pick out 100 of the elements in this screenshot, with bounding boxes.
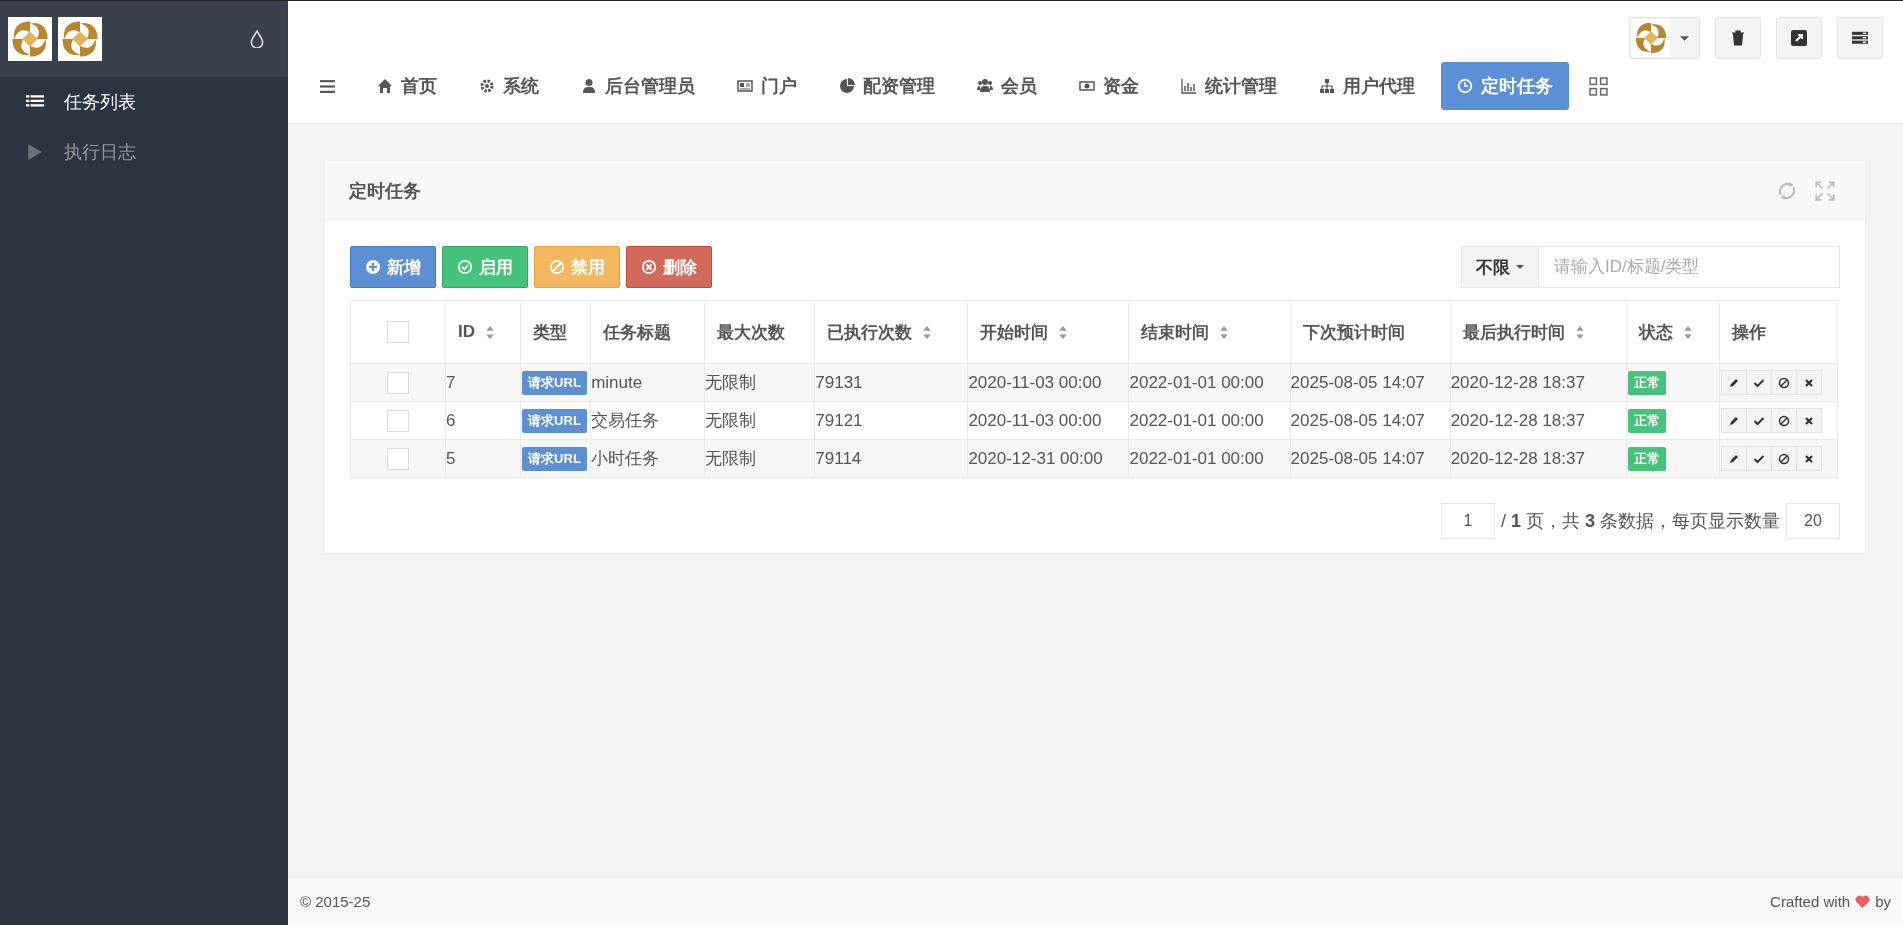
list-icon (26, 94, 44, 110)
close-circle-icon (641, 259, 657, 275)
table-cell: 2020-12-31 00:00 (968, 448, 1103, 468)
users-icon (977, 78, 993, 94)
nav-tab[interactable]: 用户代理 (1303, 62, 1431, 110)
sort-icon[interactable] (1574, 324, 1585, 340)
edit-button[interactable] (1720, 408, 1747, 433)
ban-icon (1777, 414, 1790, 427)
nav-tab[interactable]: 后台管理员 (565, 62, 711, 110)
type-badge: 请求URL (522, 446, 587, 471)
nav-tab[interactable]: 首页 (361, 62, 453, 110)
sidebar-item[interactable]: 任务列表 (0, 77, 288, 127)
delete-button[interactable] (1795, 446, 1822, 471)
enable-button[interactable] (1745, 370, 1772, 395)
play-icon (26, 144, 44, 160)
page-size-field[interactable]: 20 (1786, 503, 1840, 539)
nav-tab[interactable]: 系统 (463, 62, 555, 110)
disable-button[interactable] (1770, 446, 1797, 471)
page-number-field[interactable]: 1 (1440, 503, 1495, 539)
column-header: 下次预计时间 (1302, 321, 1405, 344)
pencil-icon (1727, 452, 1740, 465)
external-link-icon (1791, 30, 1807, 46)
table-cell: 7 (446, 372, 456, 392)
status-badge: 正常 (1627, 446, 1666, 471)
table-cell: minute (591, 372, 643, 392)
sitemap-icon (1319, 78, 1335, 94)
column-header: 最大次数 (717, 321, 786, 344)
nav-tab[interactable]: 统计管理 (1165, 62, 1293, 110)
bar-chart-icon (1181, 78, 1197, 94)
filter-dropdown[interactable]: 不限 (1461, 246, 1538, 288)
close-icon (1802, 414, 1815, 427)
account-menu-button[interactable] (1629, 17, 1700, 59)
droplet-icon[interactable] (250, 30, 264, 48)
server-button[interactable] (1837, 17, 1883, 59)
column-header: 任务标题 (603, 321, 672, 344)
sidebar-item[interactable]: 执行日志 (0, 127, 288, 177)
table-cell: 79131 (815, 372, 863, 392)
nav-tab[interactable]: 会员 (961, 62, 1053, 110)
nav-tab[interactable]: 配资管理 (823, 62, 951, 110)
column-header[interactable]: 结束时间 (1141, 320, 1210, 344)
column-header[interactable]: ID (458, 322, 476, 342)
trash-button[interactable] (1715, 17, 1761, 59)
sort-icon[interactable] (1682, 324, 1693, 340)
enable-button[interactable] (1745, 408, 1772, 433)
pencil-icon (1727, 376, 1740, 389)
ban-icon (1777, 452, 1790, 465)
edit-button[interactable] (1720, 370, 1747, 395)
sort-icon[interactable] (485, 324, 496, 340)
enable-button[interactable] (1745, 446, 1772, 471)
pie-chart-icon (839, 78, 855, 94)
table-cell: 2025-08-05 14:07 (1291, 448, 1425, 468)
table-cell: 79114 (815, 448, 862, 468)
money-icon (1079, 78, 1095, 94)
select-all-checkbox[interactable] (387, 321, 410, 343)
toolbar-button[interactable]: 删除 (626, 246, 712, 288)
table-cell: 2020-11-03 00:00 (968, 410, 1102, 430)
search-field[interactable]: 请输入ID/标题/类型 (1538, 246, 1840, 288)
nav-tab[interactable]: 门户 (721, 62, 813, 110)
table-cell: 2025-08-05 14:07 (1291, 410, 1425, 430)
column-header[interactable]: 状态 (1638, 320, 1673, 344)
pencil-icon (1727, 414, 1740, 427)
table-cell: 无限制 (705, 373, 757, 392)
grid-icon[interactable] (1589, 76, 1608, 96)
type-badge: 请求URL (522, 408, 587, 433)
sort-icon[interactable] (1219, 324, 1230, 340)
clock-icon (1457, 78, 1473, 94)
plus-circle-icon (365, 259, 381, 275)
table-cell: 79121 (815, 410, 863, 430)
table-cell: 2020-12-28 18:37 (1451, 448, 1585, 468)
row-checkbox[interactable] (387, 409, 410, 432)
table-cell: 2020-12-28 18:37 (1451, 372, 1585, 392)
status-badge: 正常 (1627, 408, 1666, 433)
server-icon (1852, 30, 1868, 46)
menu-icon[interactable] (320, 79, 335, 93)
external-link-button[interactable] (1776, 17, 1822, 59)
edit-button[interactable] (1720, 446, 1747, 471)
table-cell: 5 (446, 448, 456, 468)
panel-title: 定时任务 (349, 180, 421, 203)
type-badge: 请求URL (522, 370, 587, 395)
newspaper-icon (737, 78, 753, 94)
avatar-logo-icon (1632, 19, 1670, 57)
table-cell: 6 (446, 410, 456, 430)
row-checkbox[interactable] (387, 371, 410, 394)
table-cell: 2020-11-03 00:00 (968, 372, 1102, 392)
ban-icon (549, 259, 565, 275)
disable-button[interactable] (1770, 408, 1797, 433)
delete-button[interactable] (1795, 408, 1822, 433)
sort-icon[interactable] (1058, 324, 1069, 340)
sort-icon[interactable] (922, 324, 933, 340)
nav-tab[interactable]: 资金 (1063, 62, 1155, 110)
delete-button[interactable] (1795, 370, 1822, 395)
table-cell: 2022-01-01 00:00 (1129, 448, 1264, 468)
credit-text: Crafted with (1770, 893, 1851, 910)
row-checkbox[interactable] (387, 447, 410, 470)
table-cell: 2022-01-01 00:00 (1129, 372, 1264, 392)
credit-text: by (1875, 893, 1891, 910)
disable-button[interactable] (1770, 370, 1797, 395)
check-circle-icon (457, 259, 473, 275)
copyright-text: © 2015-25 (300, 893, 371, 910)
column-header[interactable]: 开始时间 (980, 320, 1049, 344)
